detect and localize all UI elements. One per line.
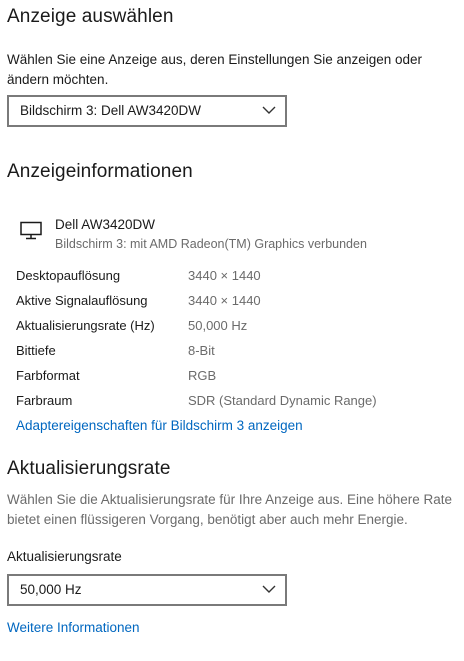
info-value-active-signal-resolution: 3440 × 1440	[188, 293, 261, 308]
select-display-description: Wählen Sie eine Anzeige aus, deren Einst…	[7, 52, 423, 87]
chevron-down-icon	[262, 585, 276, 593]
info-label-refresh-rate: Aktualisierungsrate (Hz)	[16, 318, 155, 333]
select-display-heading: Anzeige auswählen	[7, 6, 174, 27]
display-select-value: Bildschirm 3: Dell AW3420DW	[20, 103, 202, 118]
more-info-link[interactable]: Weitere Informationen	[7, 620, 140, 635]
display-info-heading: Anzeigeinformationen	[7, 161, 193, 182]
info-value-color-format: RGB	[188, 368, 217, 383]
info-value-bit-depth: 8-Bit	[188, 343, 215, 358]
adapter-properties-link[interactable]: Adaptereigenschaften für Bildschirm 3 an…	[16, 418, 303, 433]
monitor-name: Dell AW3420DW	[55, 217, 156, 232]
info-label-color-format: Farbformat	[16, 368, 80, 383]
refresh-rate-dropdown[interactable]: 50,000 Hz	[7, 574, 287, 606]
refresh-rate-description: Wählen Sie die Aktualisierungsrate für I…	[7, 492, 453, 527]
info-label-desktop-resolution: Desktopauflösung	[16, 268, 121, 283]
info-value-color-space: SDR (Standard Dynamic Range)	[188, 393, 377, 408]
info-label-active-signal-resolution: Aktive Signalauflösung	[16, 293, 148, 308]
info-label-color-space: Farbraum	[16, 393, 73, 408]
monitor-subtitle: Bildschirm 3: mit AMD Radeon(TM) Graphic…	[55, 237, 367, 251]
refresh-rate-heading: Aktualisierungsrate	[7, 458, 171, 479]
info-value-desktop-resolution: 3440 × 1440	[188, 268, 261, 283]
refresh-rate-value: 50,000 Hz	[20, 582, 82, 597]
refresh-rate-field-label: Aktualisierungsrate	[7, 549, 122, 564]
info-value-refresh-rate: 50,000 Hz	[188, 318, 248, 333]
display-select-dropdown[interactable]: Bildschirm 3: Dell AW3420DW	[7, 95, 287, 127]
info-label-bit-depth: Bittiefe	[16, 343, 56, 358]
monitor-icon	[20, 221, 42, 240]
chevron-down-icon	[262, 106, 276, 114]
